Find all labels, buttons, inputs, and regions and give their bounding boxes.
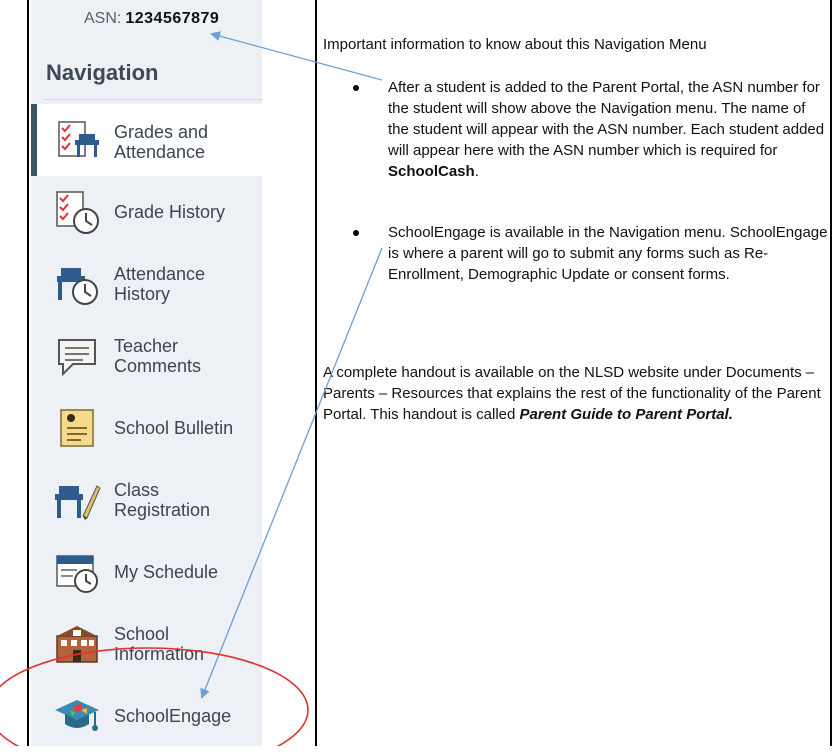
- attendance-history-icon: [57, 268, 98, 305]
- nav-item-attendance-history[interactable]: Attendance History: [31, 248, 262, 320]
- handout-title: Parent Guide to Parent Portal.: [519, 406, 733, 423]
- teacher-comments-icon: [58, 339, 96, 377]
- table-border-right: [830, 0, 832, 746]
- nav-item-class-registration[interactable]: Class Registration: [31, 464, 262, 536]
- asn-display: ASN: 1234567879: [84, 10, 219, 28]
- my-schedule-icon: [56, 555, 98, 593]
- handout-paragraph: A complete handout is available on the N…: [323, 362, 828, 425]
- bullet-asn-info: After a student is added to the Parent P…: [353, 77, 828, 182]
- schoolcash-text: SchoolCash: [388, 163, 475, 180]
- bullet-period: .: [474, 163, 479, 180]
- bullet-dot: [353, 85, 359, 91]
- grade-history-icon: [56, 191, 99, 234]
- table-border-middle: [315, 0, 317, 746]
- bullet-text: SchoolEngage is available in the Navigat…: [388, 224, 828, 283]
- class-registration-icon: [55, 485, 101, 520]
- bullet-schoolengage-info: SchoolEngage is available in the Navigat…: [353, 222, 828, 285]
- nav-item-label: School Bulletin: [114, 418, 234, 438]
- nav-item-teacher-comments[interactable]: Teacher Comments: [31, 320, 262, 392]
- nav-item-label: School Information: [114, 624, 205, 664]
- asn-number: 1234567879: [125, 10, 220, 27]
- nav-item-label: Teacher Comments: [114, 336, 202, 376]
- nav-item-school-engage[interactable]: SchoolEngage: [31, 680, 262, 752]
- nav-item-label: Attendance History: [114, 264, 206, 304]
- nav-item-grades-attendance[interactable]: Grades and Attendance: [31, 104, 262, 176]
- nav-item-label: My Schedule: [114, 562, 219, 582]
- nav-item-label: SchoolEngage: [114, 706, 232, 726]
- navigation-divider: [45, 99, 262, 100]
- school-engage-icon: [55, 700, 99, 731]
- grades-attendance-icon: [58, 121, 99, 157]
- nav-item-school-information[interactable]: School Information: [31, 608, 262, 680]
- nav-item-label: Grades and Attendance: [114, 122, 209, 162]
- navigation-title: Navigation: [46, 60, 159, 85]
- school-information-icon: [56, 626, 98, 663]
- nav-item-school-bulletin[interactable]: School Bulletin: [31, 392, 262, 464]
- table-border-left: [27, 0, 29, 746]
- nav-item-label: Grade History: [114, 202, 226, 222]
- nav-item-my-schedule[interactable]: My Schedule: [31, 536, 262, 608]
- bullet-dot: [353, 230, 359, 236]
- intro-text: Important information to know about this…: [323, 36, 707, 53]
- nav-item-grade-history[interactable]: Grade History: [31, 176, 262, 248]
- nav-item-label: Class Registration: [114, 480, 211, 520]
- asn-label: ASN:: [84, 10, 122, 27]
- bullet-text: After a student is added to the Parent P…: [388, 79, 825, 159]
- school-bulletin-icon: [60, 409, 94, 447]
